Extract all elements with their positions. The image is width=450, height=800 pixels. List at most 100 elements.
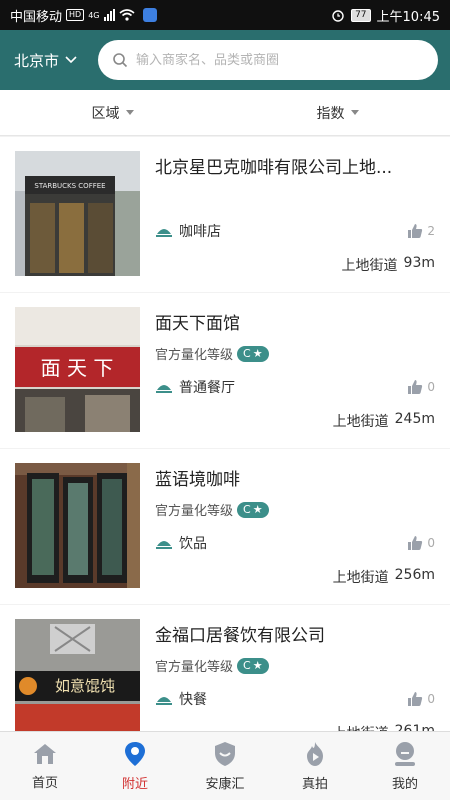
- thumbs-up-icon: [408, 380, 423, 394]
- filter-region[interactable]: 区域: [0, 90, 225, 135]
- location: 上地街道 93m: [342, 255, 435, 275]
- security-app-icon: [142, 8, 157, 22]
- category-label: 咖啡店: [179, 224, 221, 240]
- tab-nearby[interactable]: 附近: [90, 732, 180, 800]
- filter-index-label: 指数: [316, 105, 345, 122]
- distance-label: 256m: [394, 567, 435, 583]
- distance-label: 245m: [394, 411, 435, 427]
- category: 普通餐厅: [155, 377, 235, 397]
- star-icon: ★: [252, 502, 263, 516]
- list-item[interactable]: 如意馄饨 金福口居餐饮有限公司 官方量化等级 C★ 快餐 0 上地街道 261m: [0, 605, 450, 731]
- dish-cover-icon: [156, 541, 172, 549]
- merchant-photo: [15, 463, 140, 588]
- location: 上地街道 245m: [333, 411, 435, 431]
- dish-cover-icon: [156, 697, 172, 705]
- caret-down-icon: [125, 110, 134, 115]
- grade-label: 官方量化等级: [155, 504, 234, 519]
- alarm-icon: [332, 10, 344, 22]
- street-label: 上地街道: [333, 723, 389, 731]
- app-header: 北京市: [0, 30, 450, 90]
- clock: 上午10:45: [376, 9, 440, 25]
- caret-down-icon: [350, 110, 359, 115]
- like-button[interactable]: 0: [407, 535, 435, 551]
- category: 饮品: [155, 533, 207, 553]
- thumbs-up-icon: [408, 536, 423, 550]
- street-label: 上地街道: [341, 258, 398, 274]
- signal-icon: [103, 9, 115, 21]
- tab-home-label: 首页: [31, 775, 58, 791]
- svg-text:STARBUCKS COFFEE: STARBUCKS COFFEE: [34, 182, 105, 190]
- svg-text:如意馄饨: 如意馄饨: [55, 677, 115, 695]
- street-label: 上地街道: [332, 414, 389, 430]
- chevron-down-icon: [65, 56, 77, 64]
- category-label: 快餐: [179, 692, 207, 708]
- merchant-name: 金福口居餐饮有限公司: [155, 626, 325, 646]
- category: 咖啡店: [155, 221, 221, 241]
- list-item[interactable]: 面 天 下 面天下面馆 官方量化等级 C ★ 普通餐厅 0 上地街道 245m: [0, 293, 450, 448]
- distance-label: 93m: [403, 255, 435, 271]
- tab-home[interactable]: 首页: [0, 732, 90, 800]
- like-button[interactable]: 0: [407, 379, 435, 395]
- grade-badge: C ★: [237, 501, 269, 518]
- official-grade: 官方量化等级 C ★: [155, 344, 435, 363]
- grade-label: 官方量化等级: [155, 660, 234, 675]
- like-button[interactable]: 2: [407, 223, 435, 239]
- thumbs-up-icon: [408, 224, 423, 238]
- category-label: 饮品: [179, 536, 207, 552]
- svg-text:面 天 下: 面 天 下: [41, 356, 114, 380]
- carrier-label: 中国移动: [10, 9, 63, 25]
- network-label: 4G: [88, 10, 100, 20]
- wifi-icon: [118, 9, 135, 21]
- merchant-photo: 如意馄饨: [15, 619, 140, 731]
- like-count: 0: [427, 380, 435, 394]
- list-item[interactable]: 蓝语境咖啡 官方量化等级 C ★ 饮品 0 上地街道 256m: [0, 449, 450, 604]
- shield-icon: [215, 741, 235, 766]
- merchant-name: 蓝语境咖啡: [155, 470, 240, 490]
- distance-label: 261m: [394, 723, 435, 731]
- user-icon: [395, 741, 415, 766]
- tab-zhenpai-label: 真拍: [301, 776, 328, 792]
- tab-zhenpai[interactable]: 真拍: [270, 732, 360, 800]
- category-label: 普通餐厅: [179, 380, 235, 396]
- search-icon: [113, 53, 128, 68]
- hd-badge: HD: [66, 9, 85, 21]
- status-bar: 中国移动 HD 4G 77 上午10:45: [0, 0, 450, 30]
- dish-cover-icon: [156, 385, 172, 393]
- category: 快餐: [155, 689, 207, 709]
- location-pin-icon: [125, 741, 145, 766]
- city-label: 北京市: [14, 51, 60, 70]
- star-icon: ★: [252, 346, 263, 360]
- merchant-photo: 面 天 下: [15, 307, 140, 432]
- tab-ankanghui-label: 安康汇: [205, 776, 245, 792]
- like-count: 2: [427, 224, 435, 238]
- thumbs-up-icon: [408, 692, 423, 706]
- grade-label: 官方量化等级: [155, 348, 234, 363]
- tab-ankanghui[interactable]: 安康汇: [180, 732, 270, 800]
- like-count: 0: [427, 692, 435, 706]
- filter-index[interactable]: 指数: [225, 90, 450, 135]
- street-label: 上地街道: [332, 570, 389, 586]
- list-item[interactable]: STARBUCKS COFFEE 北京星巴克咖啡有限公司上地... 咖啡店 2 …: [0, 137, 450, 292]
- star-icon: ★: [252, 658, 263, 672]
- grade-badge: C ★: [237, 345, 269, 362]
- like-count: 0: [427, 536, 435, 550]
- dish-cover-icon: [156, 229, 172, 237]
- city-selector[interactable]: 北京市: [14, 50, 98, 71]
- merchant-name: 面天下面馆: [155, 314, 240, 334]
- grade-badge: C ★: [237, 657, 269, 674]
- merchant-list: STARBUCKS COFFEE 北京星巴克咖啡有限公司上地... 咖啡店 2 …: [0, 137, 450, 731]
- official-grade: 官方量化等级 C ★: [155, 500, 435, 519]
- merchant-name: 北京星巴克咖啡有限公司上地...: [155, 158, 393, 178]
- tab-profile[interactable]: 我的: [360, 732, 450, 800]
- tab-nearby-label: 附近: [121, 776, 148, 792]
- search-bar[interactable]: [98, 40, 438, 80]
- location: 上地街道 261m: [333, 723, 435, 731]
- filter-bar: 区域 指数: [0, 90, 450, 136]
- camera-flame-icon: [307, 741, 323, 766]
- tab-profile-label: 我的: [391, 776, 418, 792]
- merchant-photo: STARBUCKS COFFEE: [15, 151, 140, 276]
- like-button[interactable]: 0: [407, 691, 435, 707]
- location: 上地街道 256m: [333, 567, 435, 587]
- bottom-tab-bar: 首页 附近 安康汇 真拍 我的: [0, 731, 450, 800]
- search-input[interactable]: [136, 52, 424, 68]
